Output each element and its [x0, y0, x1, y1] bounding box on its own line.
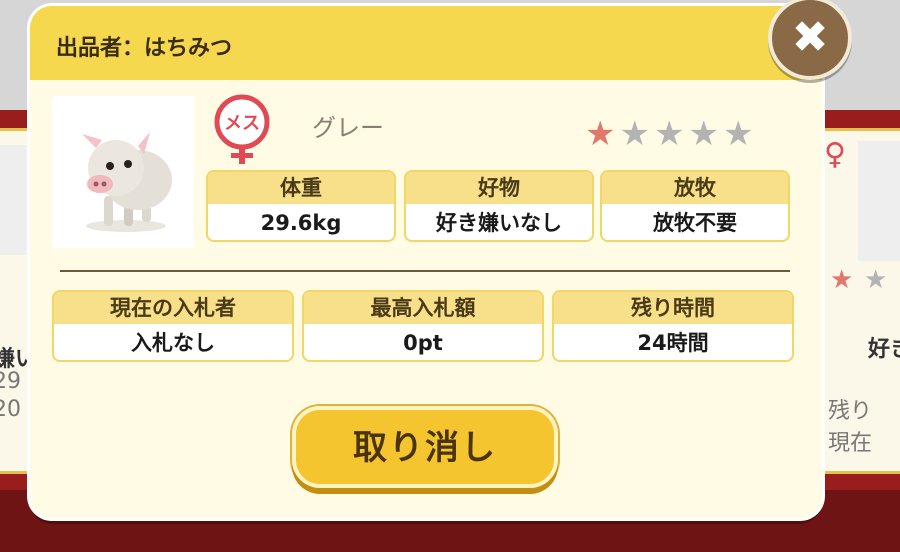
- seller-label: 出品者：はちみつ: [56, 36, 233, 61]
- cancel-bid-button-label: 取り消し: [353, 428, 497, 468]
- auction-detail-dialog: 出品者：はちみつ メス グレー ★★★★★ 体重 29.6kg 好物 好き嫌いな…: [30, 6, 822, 518]
- pig-color: グレー: [312, 114, 384, 142]
- bid-current-bidder-value: 入札なし: [131, 331, 215, 355]
- bid-time-remaining-value: 24時間: [637, 331, 709, 355]
- pig-image: [52, 96, 194, 248]
- stat-weight-label: 体重: [208, 172, 394, 204]
- star-empty-icon: ★: [653, 114, 689, 154]
- stat-grazing-value: 放牧不要: [653, 211, 737, 235]
- bid-time-remaining: 残り時間 24時間: [552, 290, 794, 362]
- stat-grazing: 放牧 放牧不要: [600, 170, 790, 242]
- stat-weight-value: 29.6kg: [260, 211, 342, 235]
- pig-illustration: [82, 132, 172, 232]
- background-pig-thumb: [0, 145, 33, 255]
- star-rating: ★★★★★: [585, 114, 757, 154]
- bid-current-bidder: 現在の入札者 入札なし: [52, 290, 294, 362]
- star-empty-icon: ★: [619, 114, 654, 154]
- bid-time-remaining-label: 残り時間: [554, 292, 792, 324]
- bid-highest-amount-label: 最高入札額: [304, 292, 542, 324]
- background-right-text-current: 現在: [828, 431, 873, 456]
- background-card-right: ♀ ★ ★ 好き 残り 現在: [815, 128, 900, 474]
- close-icon: ✖: [791, 12, 829, 63]
- stat-favorite-food-value: 好き嫌いなし: [436, 211, 562, 235]
- bid-highest-amount-value: 0pt: [403, 331, 443, 355]
- stat-weight: 体重 29.6kg: [206, 170, 396, 242]
- background-left-text-3: 20: [0, 397, 21, 422]
- gender-badge: メス: [210, 94, 274, 168]
- background-female-icon: ♀: [824, 137, 846, 172]
- gender-label: メス: [224, 113, 260, 134]
- stat-favorite-food-label: 好物: [406, 172, 592, 204]
- background-pig-thumb: [858, 141, 900, 261]
- close-button[interactable]: ✖: [768, 0, 852, 80]
- background-star-icon: ★: [864, 265, 888, 295]
- star-empty-icon: ★: [722, 114, 758, 154]
- background-star-icon: ★: [830, 265, 854, 295]
- background-right-text-remaining: 残り: [828, 399, 873, 424]
- cancel-bid-button[interactable]: 取り消し: [292, 406, 558, 488]
- bid-highest-amount: 最高入札額 0pt: [302, 290, 544, 362]
- divider: [60, 270, 790, 272]
- bid-current-bidder-label: 現在の入札者: [54, 292, 292, 324]
- background-left-text-2: 29: [0, 369, 21, 394]
- star-filled-icon: ★: [585, 114, 620, 154]
- dialog-header: 出品者：はちみつ: [30, 6, 822, 80]
- stat-grazing-label: 放牧: [602, 172, 788, 204]
- background-right-text-food: 好き: [868, 337, 900, 362]
- star-empty-icon: ★: [688, 114, 723, 154]
- stat-favorite-food: 好物 好き嫌いなし: [404, 170, 594, 242]
